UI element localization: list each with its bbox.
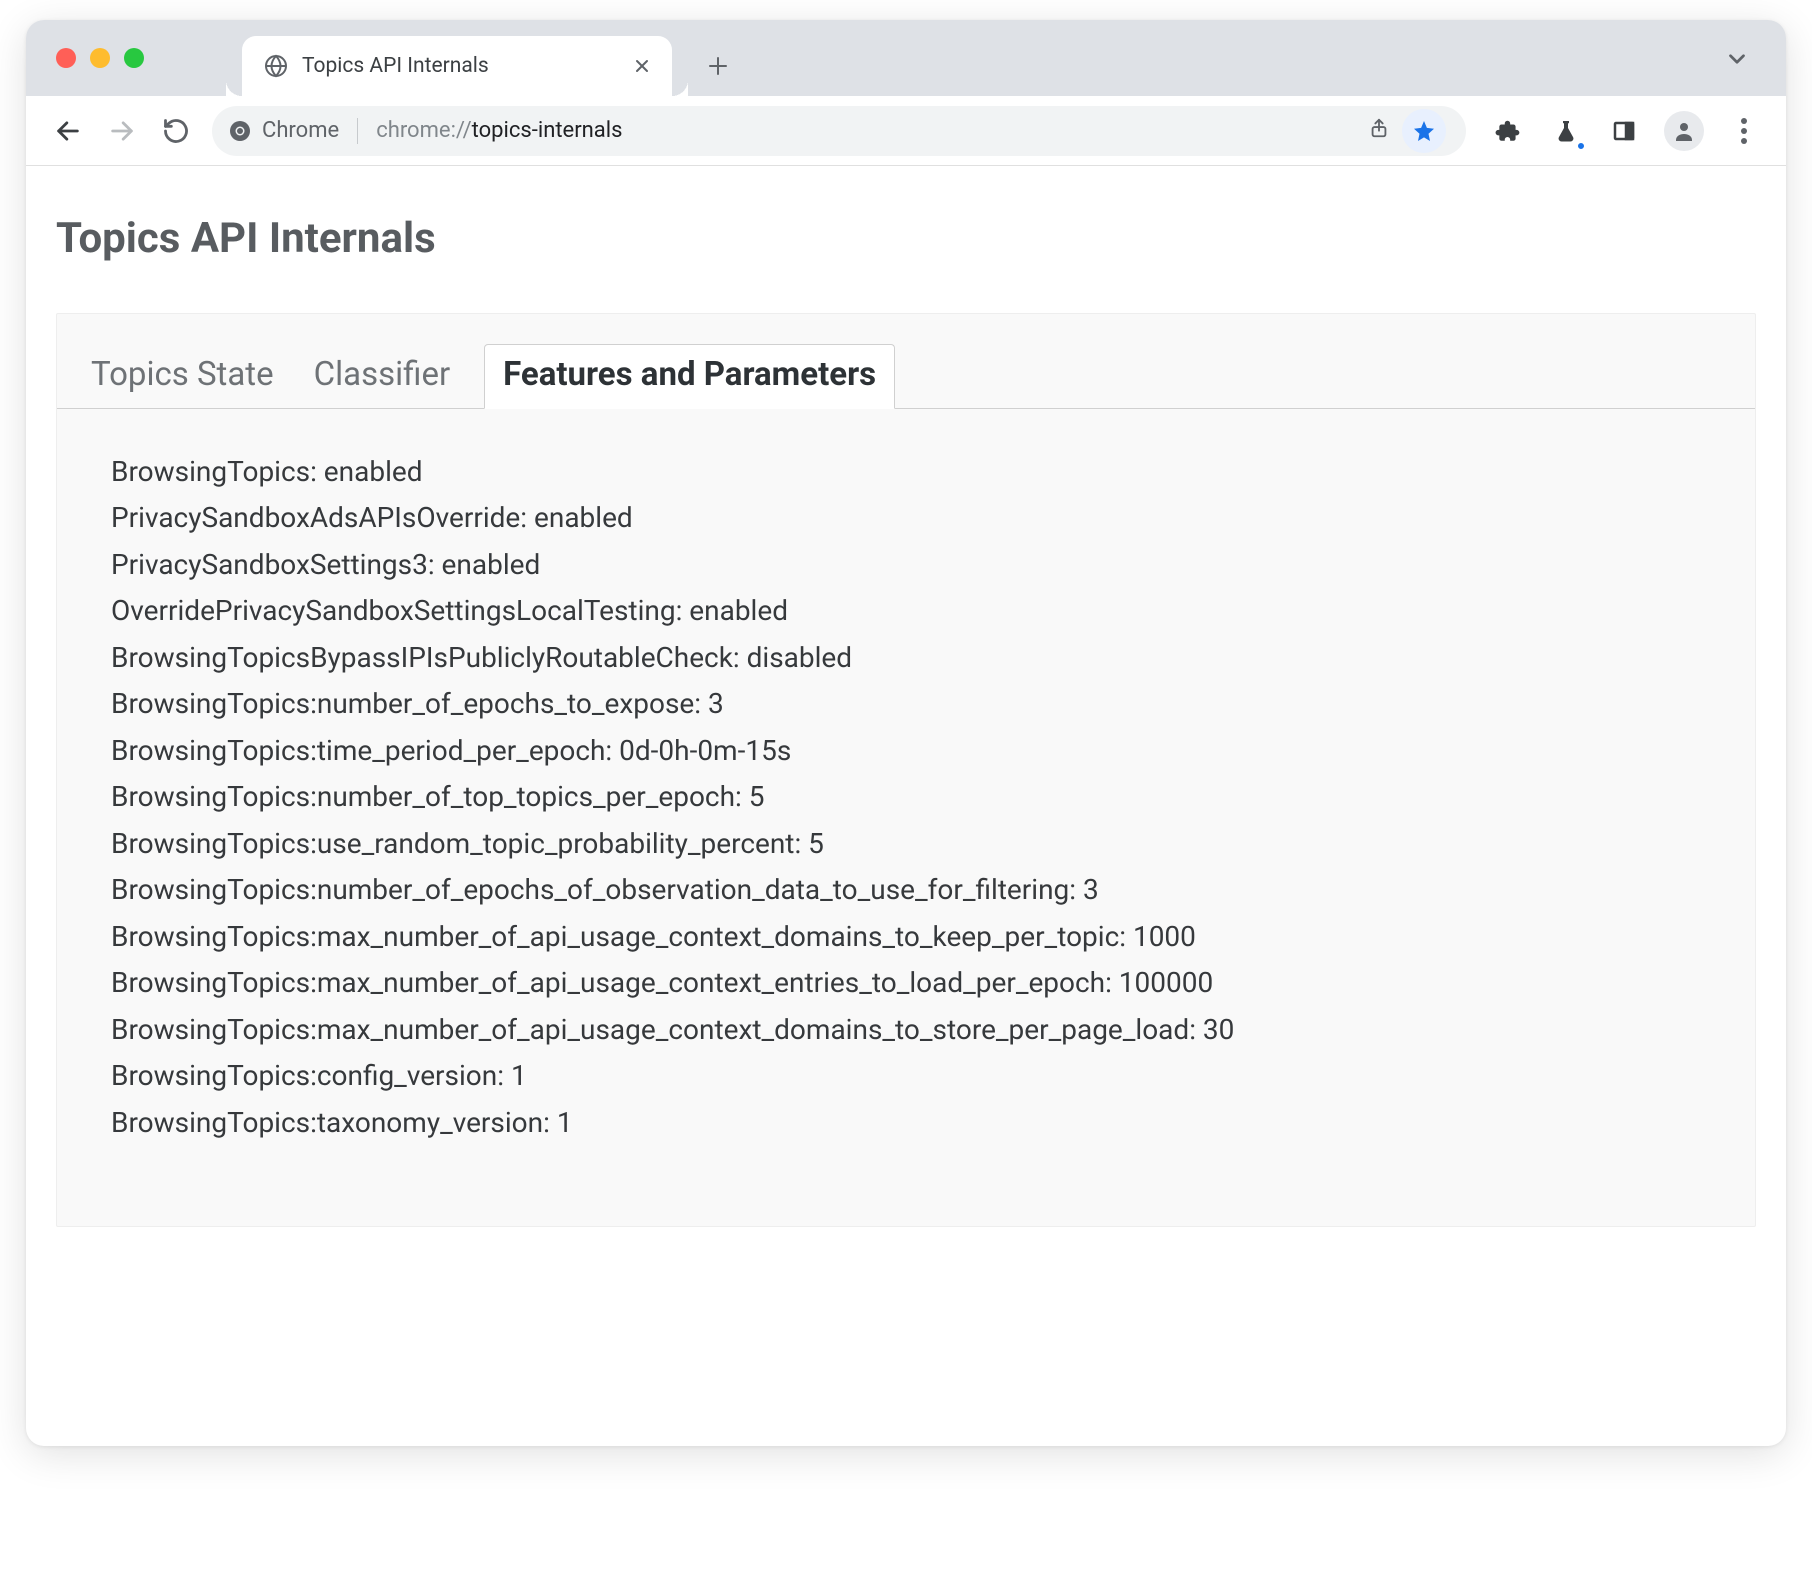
- panel-icon: [1612, 119, 1636, 143]
- browser-window: Topics API Internals: [26, 20, 1786, 1446]
- close-tab-button[interactable]: [628, 52, 656, 80]
- param-line: BrowsingTopics:max_number_of_api_usage_c…: [111, 960, 1715, 1006]
- page-title: Topics API Internals: [56, 214, 1756, 263]
- page-content: Topics API Internals Topics State Classif…: [26, 166, 1786, 1446]
- tab-strip: Topics API Internals: [26, 20, 1786, 96]
- param-line: BrowsingTopics:taxonomy_version: 1: [111, 1100, 1715, 1146]
- param-line: BrowsingTopics:max_number_of_api_usage_c…: [111, 914, 1715, 960]
- url-text: chrome://topics-internals: [376, 118, 622, 143]
- param-line: OverridePrivacySandboxSettingsLocalTesti…: [111, 588, 1715, 634]
- param-line: BrowsingTopics:config_version: 1: [111, 1053, 1715, 1099]
- bookmark-button[interactable]: [1402, 109, 1446, 153]
- param-line: BrowsingTopics:time_period_per_epoch: 0d…: [111, 728, 1715, 774]
- puzzle-icon: [1495, 118, 1521, 144]
- globe-icon: [264, 54, 288, 78]
- window-close-button[interactable]: [56, 48, 76, 68]
- param-line: BrowsingTopics:number_of_top_topics_per_…: [111, 774, 1715, 820]
- window-zoom-button[interactable]: [124, 48, 144, 68]
- forward-button[interactable]: [104, 113, 140, 149]
- url-scheme: chrome://: [376, 118, 471, 143]
- site-chip[interactable]: Chrome: [228, 118, 339, 143]
- new-tab-button[interactable]: [696, 44, 740, 88]
- extensions-button[interactable]: [1490, 113, 1526, 149]
- person-icon: [1672, 119, 1696, 143]
- reload-button[interactable]: [158, 113, 194, 149]
- window-controls: [56, 48, 144, 68]
- browser-tab[interactable]: Topics API Internals: [242, 36, 672, 96]
- param-line: BrowsingTopics:number_of_epochs_of_obser…: [111, 867, 1715, 913]
- toolbar-actions: [1490, 111, 1762, 151]
- param-line: BrowsingTopics:max_number_of_api_usage_c…: [111, 1007, 1715, 1053]
- param-line: BrowsingTopics: enabled: [111, 449, 1715, 495]
- omnibox[interactable]: Chrome chrome://topics-internals: [212, 106, 1466, 156]
- star-icon: [1412, 119, 1436, 143]
- menu-button[interactable]: [1726, 113, 1762, 149]
- tabs-dropdown-button[interactable]: [1724, 46, 1750, 76]
- share-icon[interactable]: [1368, 117, 1390, 145]
- labs-button[interactable]: [1548, 113, 1584, 149]
- param-line: BrowsingTopics:use_random_topic_probabil…: [111, 821, 1715, 867]
- tab-topics-state[interactable]: Topics State: [85, 355, 280, 408]
- browser-tab-title: Topics API Internals: [302, 54, 614, 78]
- chrome-icon: [228, 119, 252, 143]
- chip-divider: [357, 118, 358, 144]
- param-line: BrowsingTopicsBypassIPIsPubliclyRoutable…: [111, 635, 1715, 681]
- toolbar: Chrome chrome://topics-internals: [26, 96, 1786, 166]
- param-line: PrivacySandboxSettings3: enabled: [111, 542, 1715, 588]
- tab-features-and-parameters[interactable]: Features and Parameters: [484, 344, 895, 409]
- labs-badge-icon: [1576, 141, 1586, 151]
- site-chip-label: Chrome: [262, 118, 339, 143]
- flask-icon: [1554, 119, 1578, 143]
- back-button[interactable]: [50, 113, 86, 149]
- sidepanel-button[interactable]: [1606, 113, 1642, 149]
- param-line: BrowsingTopics:number_of_epochs_to_expos…: [111, 681, 1715, 727]
- url-path: topics-internals: [472, 118, 623, 143]
- tab-classifier[interactable]: Classifier: [308, 355, 457, 408]
- params-list: BrowsingTopics: enabledPrivacySandboxAds…: [57, 409, 1755, 1226]
- profile-button[interactable]: [1664, 111, 1704, 151]
- internals-panel: Topics State Classifier Features and Param…: [56, 313, 1756, 1227]
- param-line: PrivacySandboxAdsAPIsOverride: enabled: [111, 495, 1715, 541]
- window-minimize-button[interactable]: [90, 48, 110, 68]
- kebab-icon: [1741, 118, 1747, 144]
- internals-tabs: Topics State Classifier Features and Param…: [57, 314, 1755, 409]
